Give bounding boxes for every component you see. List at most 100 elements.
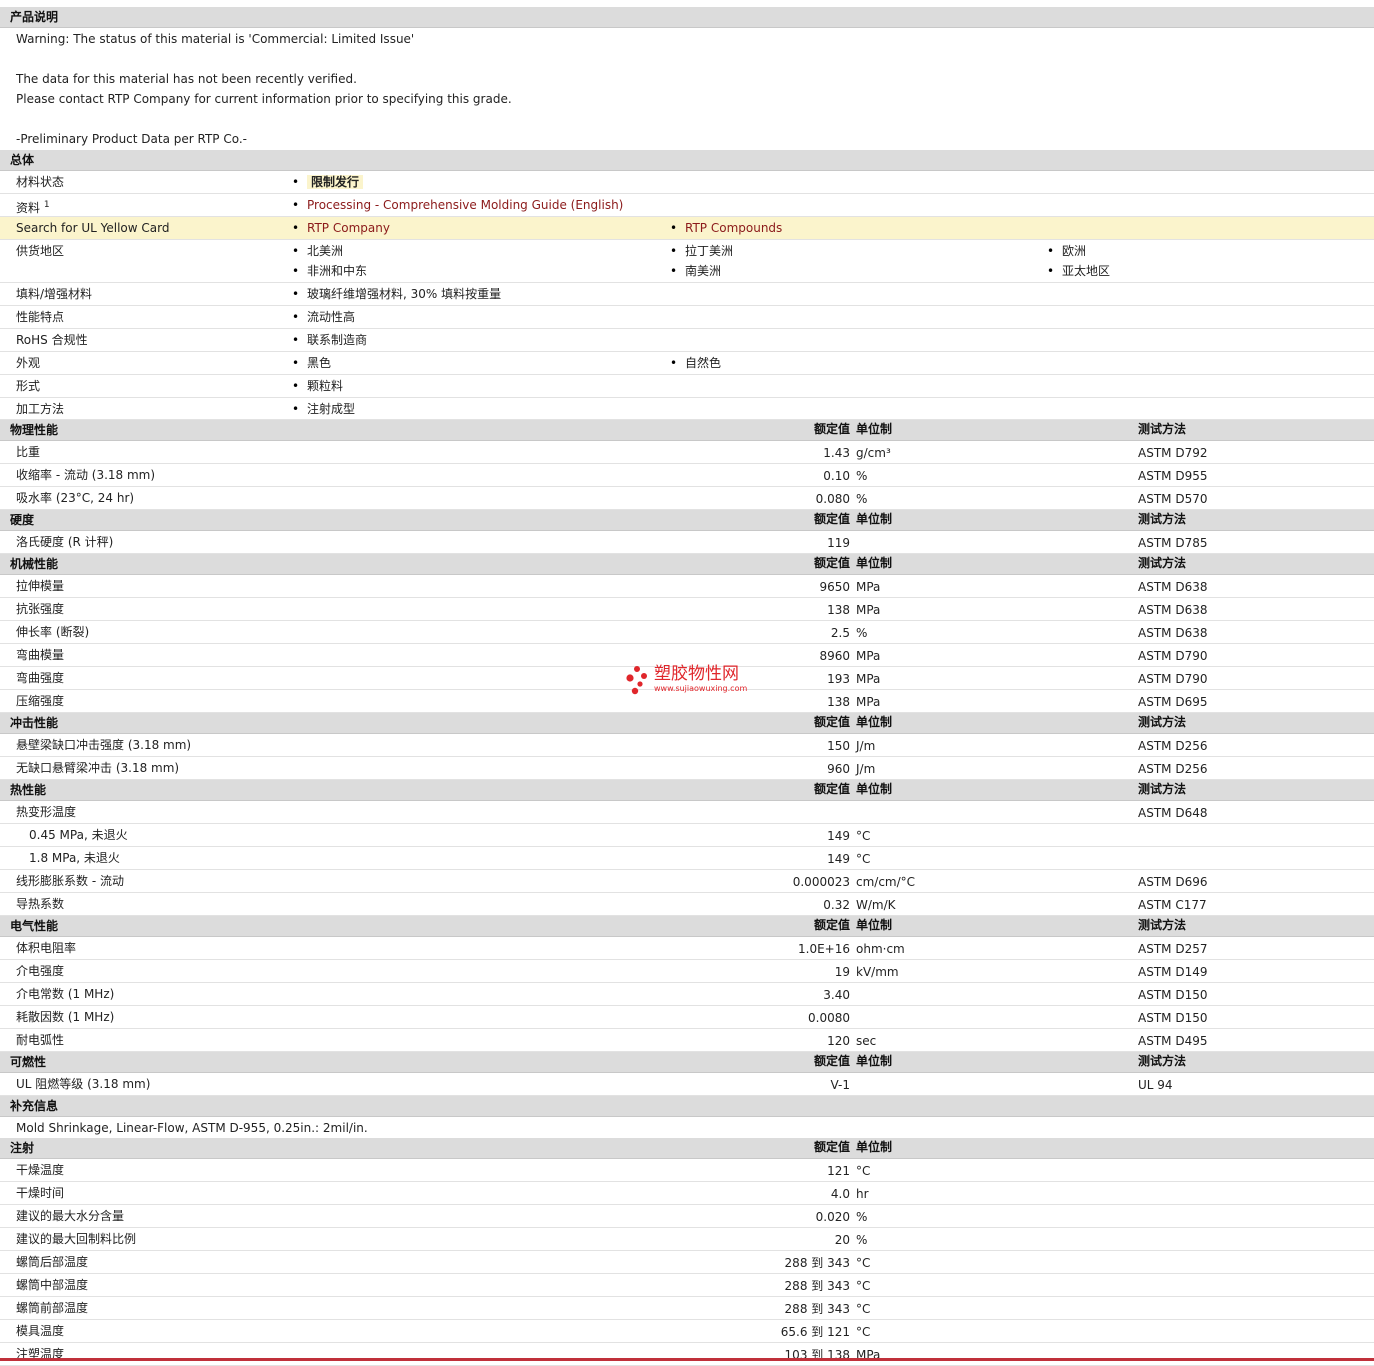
property-row: 无缺口悬臂梁冲击 (3.18 mm) 960 J/m ASTM D256 (0, 757, 1374, 780)
header-value: 额定值 (813, 918, 850, 932)
property-label: 无缺口悬臂梁冲击 (3.18 mm) (16, 761, 180, 775)
region-item: 拉丁美洲 (670, 241, 733, 261)
test-method: ASTM D570 (1138, 492, 1208, 506)
property-value: 1.43 (823, 446, 850, 460)
docs-label: 资料 (16, 201, 41, 215)
link-rtp-compounds[interactable]: RTP Compounds (670, 218, 782, 238)
property-label: 0.45 MPa, 未退火 (29, 828, 128, 842)
section-header: 硬度 额定值 单位制 测试方法 (0, 510, 1374, 531)
property-label: 比重 (16, 445, 41, 459)
property-unit: sec (856, 1034, 877, 1048)
property-row: 干燥时间 4.0 hr (0, 1182, 1374, 1205)
property-label: 建议的最大水分含量 (16, 1209, 125, 1223)
section-title: 冲击性能 (10, 716, 59, 730)
row-features: 性能特点 流动性高 (0, 306, 1374, 329)
row-label: 形式 (16, 379, 41, 393)
property-unit: % (856, 626, 868, 640)
property-value: 2.5 (830, 626, 850, 640)
section-title: 机械性能 (10, 557, 59, 571)
property-value: 0.0080 (808, 1011, 850, 1025)
property-row: 抗张强度 138 MPa ASTM D638 (0, 598, 1374, 621)
docs-link[interactable]: Processing - Comprehensive Molding Guide… (292, 195, 623, 215)
property-unit: W/m/K (856, 898, 896, 912)
property-label: UL 阻燃等级 (3.18 mm) (16, 1077, 151, 1091)
region-item: 欧洲 (1047, 241, 1086, 261)
section-title: 可燃性 (10, 1055, 47, 1069)
test-method: ASTM D638 (1138, 580, 1208, 594)
section-header: 电气性能 额定值 单位制 测试方法 (0, 916, 1374, 937)
property-row: 伸长率 (断裂) 2.5% ASTM D638 (0, 621, 1374, 644)
header-unit: 单位制 (856, 512, 893, 526)
appearance-value: 黑色 (292, 353, 331, 373)
property-row: 介电强度 19 kV/mm ASTM D149 (0, 960, 1374, 983)
property-row: 建议的最大水分含量 0.020% (0, 1205, 1374, 1228)
row-material-status: 材料状态 限制发行 (0, 171, 1374, 194)
row-label: RoHS 合规性 (16, 333, 88, 347)
test-method: ASTM D638 (1138, 626, 1208, 640)
row-processing: 加工方法 注射成型 (0, 398, 1374, 420)
appearance-value: 自然色 (670, 353, 721, 373)
property-unit: °C (856, 829, 871, 843)
property-value: 9650 (819, 580, 850, 594)
form-value: 颗粒料 (292, 376, 343, 396)
property-unit: g/cm³ (856, 446, 891, 460)
property-value: 0.080 (815, 492, 850, 506)
test-method: ASTM D955 (1138, 469, 1208, 483)
row-filler: 填料/增强材料 玻璃纤维增强材料, 30% 填料按重量 (0, 283, 1374, 306)
test-method: ASTM D150 (1138, 988, 1208, 1002)
property-label: 螺筒后部温度 (16, 1255, 89, 1269)
property-unit: °C (856, 852, 871, 866)
property-value: 288 到 343 (784, 1302, 850, 1316)
header-method: 测试方法 (1138, 556, 1187, 570)
property-row: 螺筒中部温度 288 到 343 °C (0, 1274, 1374, 1297)
header-value: 额定值 (813, 512, 850, 526)
property-label: 洛氏硬度 (R 计秤) (16, 535, 114, 549)
property-row: 导热系数 0.32 W/m/K ASTM C177 (0, 893, 1374, 916)
header-unit: 单位制 (856, 1140, 893, 1154)
link-rtp-company[interactable]: RTP Company (292, 218, 390, 238)
property-unit: % (856, 1233, 868, 1247)
section-title: 硬度 (10, 513, 35, 527)
property-unit: °C (856, 1279, 871, 1293)
docs-footnote: 1 (43, 200, 50, 210)
region-item: 亚太地区 (1047, 261, 1110, 281)
header-unit: 单位制 (856, 918, 893, 932)
row-ul-yellow-card: Search for UL Yellow Card RTP Company RT… (0, 217, 1374, 240)
property-value: 149 (827, 829, 850, 843)
test-method: ASTM D638 (1138, 603, 1208, 617)
row-supply-regions: 供货地区 北美洲 拉丁美洲 欧洲 非洲和中东 南美洲 亚太地区 (0, 240, 1374, 283)
row-label: 材料状态 (16, 175, 65, 189)
property-value: 0.000023 (792, 875, 850, 889)
property-unit: cm/cm/°C (856, 875, 916, 889)
filler-value: 玻璃纤维增强材料, 30% 填料按重量 (292, 284, 501, 304)
property-value: 138 (827, 603, 850, 617)
test-method: ASTM D696 (1138, 875, 1208, 889)
property-unit: J/m (856, 739, 876, 753)
property-unit: MPa (856, 580, 881, 594)
property-label: 线形膨胀系数 - 流动 (16, 874, 124, 888)
section-header-general: 总体 (0, 150, 1374, 171)
section-header: 注射 额定值 单位制 (0, 1138, 1374, 1159)
property-row: 介电常数 (1 MHz) 3.40 ASTM D150 (0, 983, 1374, 1006)
section-header: 物理性能 额定值 单位制 测试方法 (0, 420, 1374, 441)
property-unit: MPa (856, 649, 881, 663)
header-value: 额定值 (813, 715, 850, 729)
property-label: 螺筒中部温度 (16, 1278, 89, 1292)
property-row: 悬壁梁缺口冲击强度 (3.18 mm) 150 J/m ASTM D256 (0, 734, 1374, 757)
property-value: V-1 (830, 1078, 850, 1092)
property-value: 65.6 到 121 (780, 1325, 850, 1339)
test-method: ASTM D149 (1138, 965, 1208, 979)
test-method: ASTM D256 (1138, 762, 1208, 776)
description-line: -Preliminary Product Data per RTP Co.- (16, 132, 247, 146)
supplement-text: Mold Shrinkage, Linear-Flow, ASTM D-955,… (16, 1121, 368, 1135)
header-value: 额定值 (813, 782, 850, 796)
row-rohs: RoHS 合规性 联系制造商 (0, 329, 1374, 352)
property-value: 193 (827, 672, 850, 686)
supplement-row: Mold Shrinkage, Linear-Flow, ASTM D-955,… (0, 1117, 1374, 1140)
ul-search-label[interactable]: Search for UL Yellow Card (16, 218, 169, 238)
property-label: 弯曲强度 (16, 671, 65, 685)
property-row: 1.8 MPa, 未退火 149 °C (0, 847, 1374, 870)
header-value: 额定值 (813, 422, 850, 436)
region-item: 南美洲 (670, 261, 721, 281)
row-label: 加工方法 (16, 402, 65, 416)
